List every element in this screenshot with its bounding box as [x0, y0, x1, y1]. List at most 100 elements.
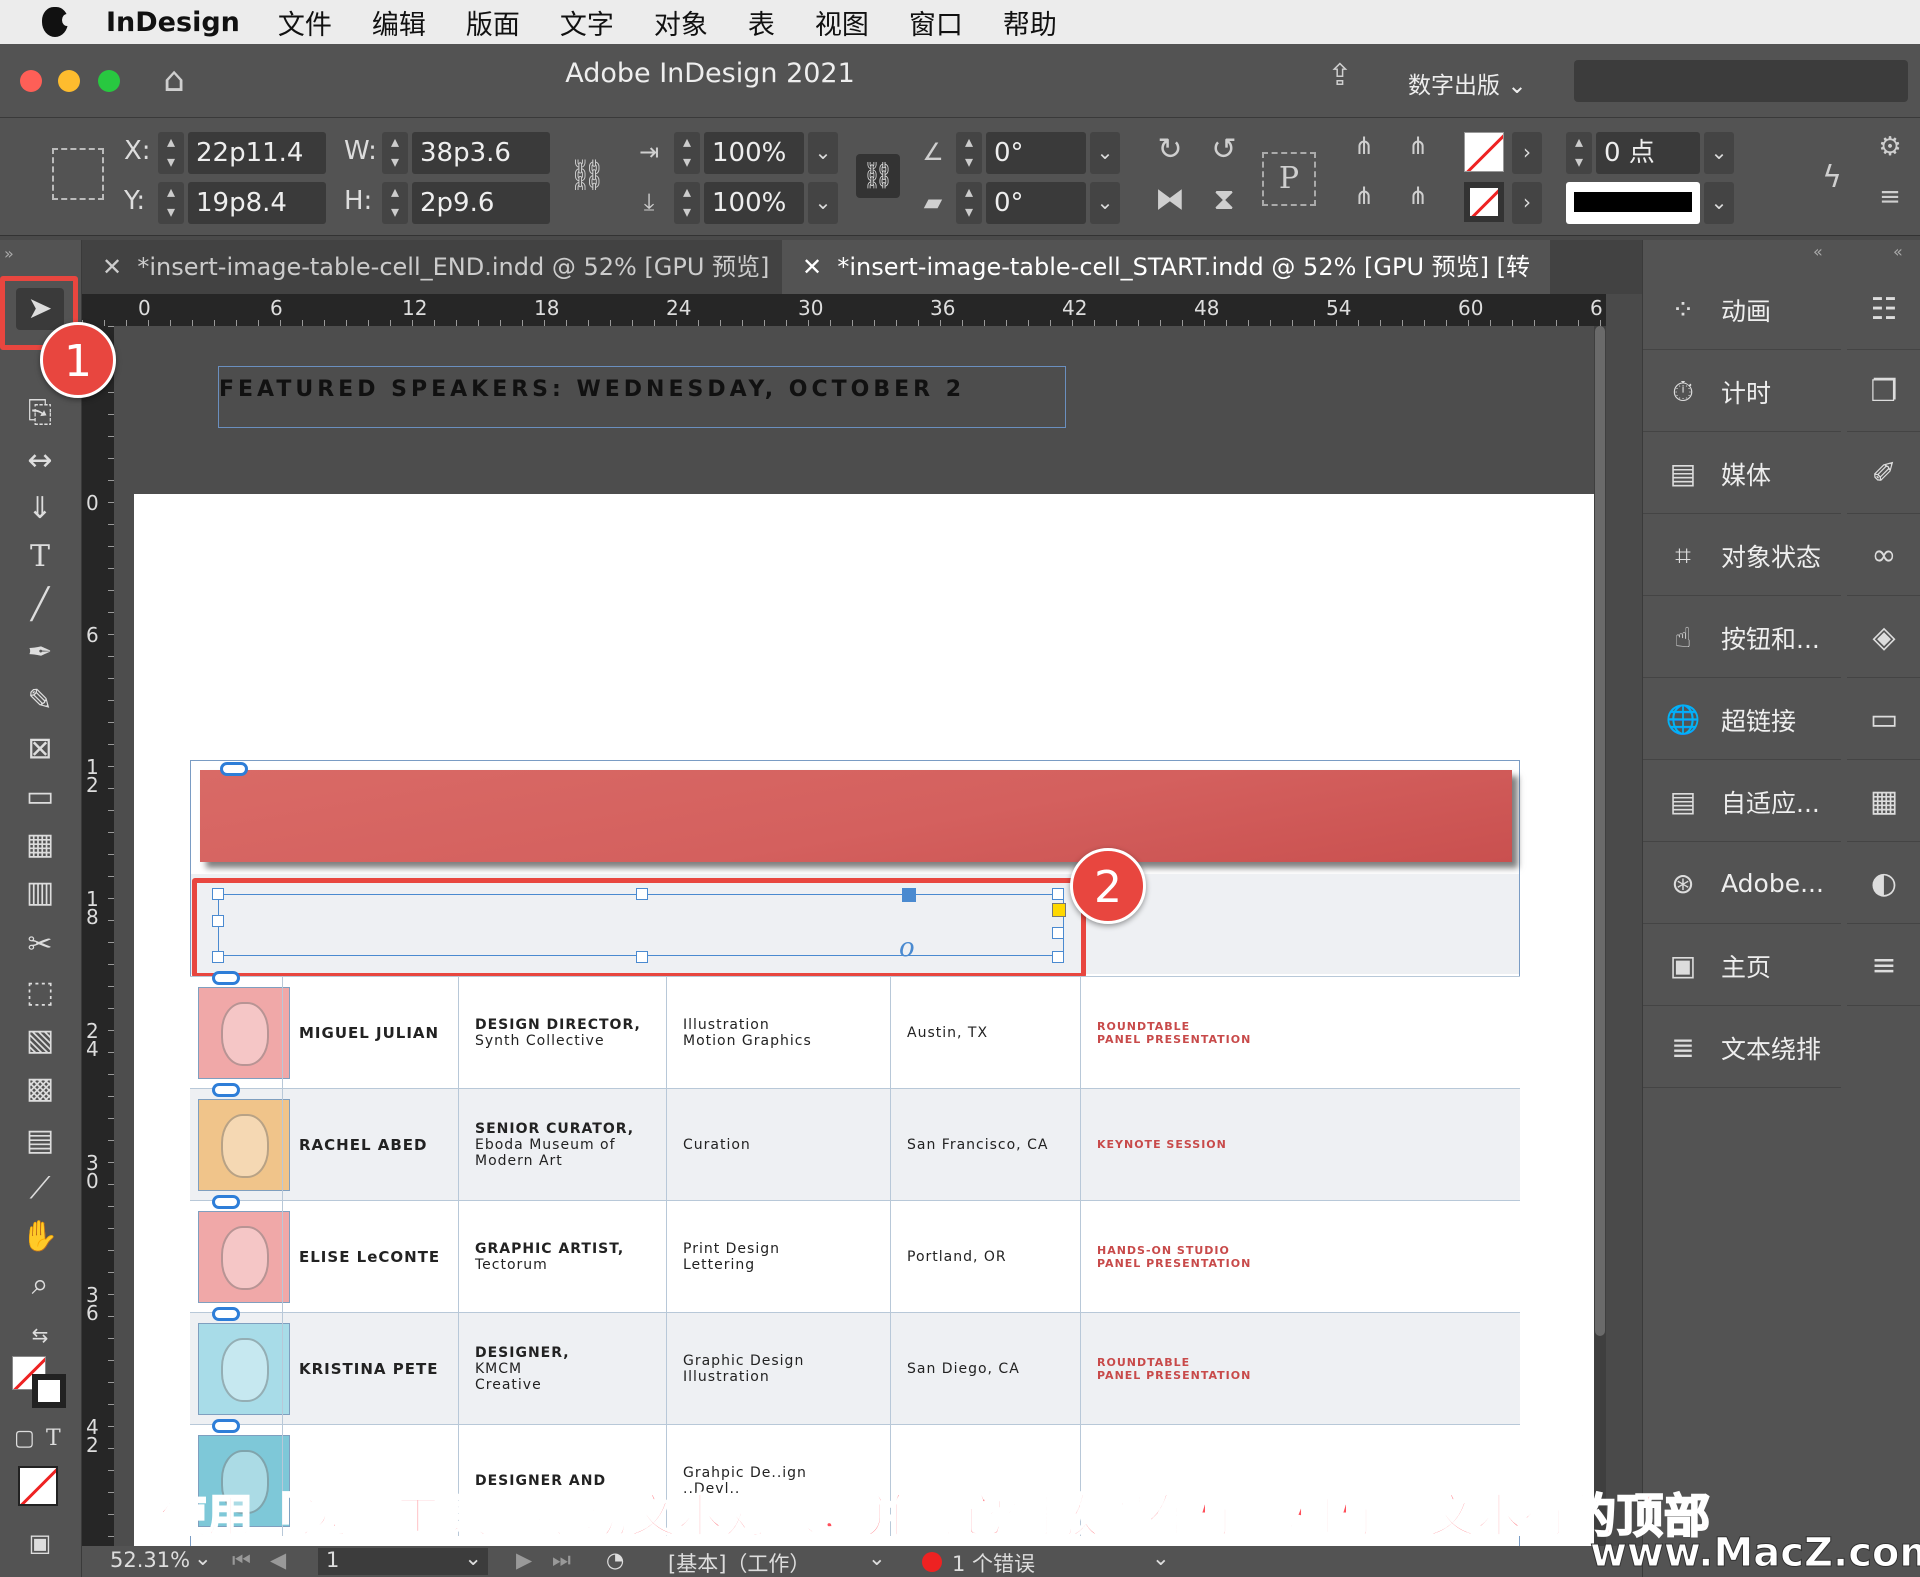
- close-tab-icon[interactable]: ✕: [102, 253, 122, 281]
- select-next-icon[interactable]: ⋔: [1398, 182, 1438, 210]
- tab-start-document[interactable]: ✕ *insert-image-table-cell_START.indd @ …: [782, 240, 1550, 335]
- preflight-icon[interactable]: ◔: [606, 1548, 624, 1572]
- properties-icon[interactable]: ☷: [1847, 270, 1920, 350]
- w-stepper[interactable]: ▴ ▾: [382, 132, 408, 174]
- speaker-name-cell[interactable]: ELISE LeCONTE: [282, 1201, 458, 1312]
- speaker-session-cell[interactable]: ROUNDTABLE PANEL PRESENTATION: [1080, 1313, 1520, 1424]
- flip-vertical-icon[interactable]: ⧗: [1204, 182, 1244, 217]
- type-tool-icon[interactable]: T: [16, 536, 64, 578]
- zoom-dropdown-icon[interactable]: ⌄: [194, 1546, 212, 1570]
- scale-x-dropdown[interactable]: ⌄: [808, 132, 838, 174]
- color-icon[interactable]: ◐: [1847, 844, 1920, 924]
- menu-edit[interactable]: 编辑: [372, 3, 426, 42]
- scale-y-field[interactable]: 100%: [704, 182, 804, 224]
- panel-animation[interactable]: ⁘ 动画: [1643, 270, 1841, 350]
- shear-field[interactable]: 0°: [986, 182, 1086, 224]
- gradient-feather-tool-icon[interactable]: ▩: [16, 1068, 64, 1110]
- resize-handle[interactable]: [636, 951, 648, 963]
- table-row[interactable]: MIGUEL JULIAN DESIGN DIRECTOR, Synth Coll…: [190, 971, 1520, 1088]
- last-page-icon[interactable]: ⏭: [552, 1548, 571, 1573]
- menu-view[interactable]: 视图: [815, 3, 869, 42]
- corner-option-handle[interactable]: [1052, 903, 1066, 917]
- constrain-proportions-icon[interactable]: ⛓: [568, 158, 606, 193]
- minimize-window-button[interactable]: [58, 70, 80, 92]
- content-grabber[interactable]: [902, 888, 916, 902]
- rotate-counterclockwise-icon[interactable]: ↺: [1204, 132, 1244, 167]
- stroke-panel-icon[interactable]: ≡: [1847, 926, 1920, 1006]
- h-stepper[interactable]: ▴ ▾: [382, 182, 408, 224]
- stroke-type-select[interactable]: [1566, 182, 1700, 224]
- speaker-location-cell[interactable]: Austin, TX: [890, 977, 1080, 1088]
- menu-table[interactable]: 表: [748, 3, 775, 42]
- menu-layout[interactable]: 版面: [466, 3, 520, 42]
- fill-dropdown[interactable]: ›: [1512, 132, 1542, 174]
- reference-point-icon[interactable]: [52, 148, 104, 200]
- speaker-name-cell[interactable]: MIGUEL JULIAN: [282, 977, 458, 1088]
- speaker-title-cell[interactable]: SENIOR CURATOR, Eboda Museum of Modern A…: [458, 1089, 666, 1200]
- resize-handle[interactable]: [212, 915, 224, 927]
- error-count[interactable]: 1 个错误: [952, 1548, 1035, 1577]
- layers-icon[interactable]: ◈: [1847, 598, 1920, 678]
- page-number-field[interactable]: 1 ⌄: [318, 1546, 488, 1575]
- zoom-level[interactable]: 52.31%: [110, 1548, 190, 1572]
- pen-tool-icon[interactable]: ✒: [16, 632, 64, 674]
- pages-panel-icon[interactable]: ❐: [1847, 352, 1920, 432]
- stroke-weight-field[interactable]: 0 点: [1596, 132, 1700, 174]
- stroke-type-dropdown[interactable]: ⌄: [1704, 182, 1734, 224]
- links-icon[interactable]: ∞: [1847, 516, 1920, 596]
- panel-buttons[interactable]: ☝ 按钮和...: [1643, 598, 1841, 678]
- scale-x-stepper[interactable]: ▴ ▾: [674, 132, 700, 174]
- flip-horizontal-icon[interactable]: ⧓: [1150, 182, 1190, 217]
- speaker-session-cell[interactable]: HANDS-ON STUDIO PANEL PRESENTATION: [1080, 1201, 1520, 1312]
- content-collector-icon[interactable]: ⇓: [16, 488, 64, 530]
- horizontal-ruler[interactable]: 0 6 12 18 24 30 36 42 48 54 60 6: [82, 294, 1606, 326]
- y-stepper[interactable]: ▴ ▾: [158, 182, 184, 224]
- stroke-dropdown[interactable]: ›: [1512, 182, 1542, 224]
- shear-stepper[interactable]: ▴ ▾: [956, 182, 982, 224]
- gradient-swatch-tool-icon[interactable]: ▧: [16, 1020, 64, 1062]
- speaker-session-cell[interactable]: KEYNOTE SESSION: [1080, 1089, 1520, 1200]
- resize-handle[interactable]: [1052, 888, 1064, 900]
- line-tool-icon[interactable]: ╱: [16, 584, 64, 626]
- panel-adobe-capture[interactable]: ⊛ Adobe...: [1643, 844, 1841, 924]
- avatar-cell[interactable]: [190, 1195, 290, 1312]
- grid-tool-icon[interactable]: ▥: [16, 872, 64, 914]
- rotate-clockwise-icon[interactable]: ↻: [1150, 132, 1190, 167]
- pencil-tool-icon[interactable]: ✎: [16, 680, 64, 722]
- speaker-name-cell[interactable]: KRISTINA PETE: [282, 1313, 458, 1424]
- scale-x-field[interactable]: 100%: [704, 132, 804, 174]
- panel-object-states[interactable]: ⌗ 对象状态: [1643, 516, 1841, 596]
- rotate-dropdown[interactable]: ⌄: [1090, 132, 1120, 174]
- free-transform-tool-icon[interactable]: ⬚: [16, 972, 64, 1014]
- speaker-title-cell[interactable]: GRAPHIC ARTIST, Tectorum: [458, 1201, 666, 1312]
- panel-hyperlinks[interactable]: 🌐 超链接: [1643, 680, 1841, 760]
- resize-handle[interactable]: [636, 888, 648, 900]
- link-scale-icon[interactable]: ⛓: [856, 154, 900, 198]
- close-tab-icon[interactable]: ✕: [802, 253, 822, 281]
- rectangle-frame-tool-icon[interactable]: ⊠: [16, 728, 64, 770]
- selected-text-frame[interactable]: o: [212, 888, 1066, 963]
- document-canvas[interactable]: FEATURED SPEAKERS: WEDNESDAY, OCTOBER 2 …: [114, 326, 1606, 1546]
- resize-handle[interactable]: [212, 888, 224, 900]
- gap-tool-icon[interactable]: ↔: [16, 440, 64, 482]
- panel-liquid-layout[interactable]: ▤ 自适应...: [1643, 762, 1841, 842]
- search-input[interactable]: [1574, 60, 1908, 102]
- apple-icon[interactable]: [42, 7, 72, 37]
- zoom-window-button[interactable]: [98, 70, 120, 92]
- speaker-topics-cell[interactable]: Curation: [666, 1089, 890, 1200]
- header-banner[interactable]: [200, 770, 1512, 862]
- stroke-weight-stepper[interactable]: ▴ ▾: [1566, 132, 1592, 174]
- vertical-scrollbar[interactable]: [1594, 326, 1606, 1546]
- document-page[interactable]: o MIGUEL JULIAN DESIGN DIRECTOR, Synth Co…: [134, 494, 1594, 1546]
- y-field[interactable]: 19p8.4: [188, 182, 326, 224]
- eyedropper-tool-icon[interactable]: ⟋: [16, 1168, 64, 1210]
- w-field[interactable]: 38p3.6: [412, 132, 550, 174]
- speaker-name-cell[interactable]: RACHEL ABED: [282, 1089, 458, 1200]
- cc-libraries-icon[interactable]: ✐: [1847, 434, 1920, 514]
- table-tool-icon[interactable]: ▦: [16, 824, 64, 866]
- swap-fill-stroke-icon[interactable]: ⇆: [16, 1314, 64, 1356]
- panel-menu-icon[interactable]: ≡: [1870, 182, 1910, 212]
- speaker-topics-cell[interactable]: Graphic Design Illustration: [666, 1313, 890, 1424]
- stroke-weight-dropdown[interactable]: ⌄: [1704, 132, 1734, 174]
- x-field[interactable]: 22p11.4: [188, 132, 326, 174]
